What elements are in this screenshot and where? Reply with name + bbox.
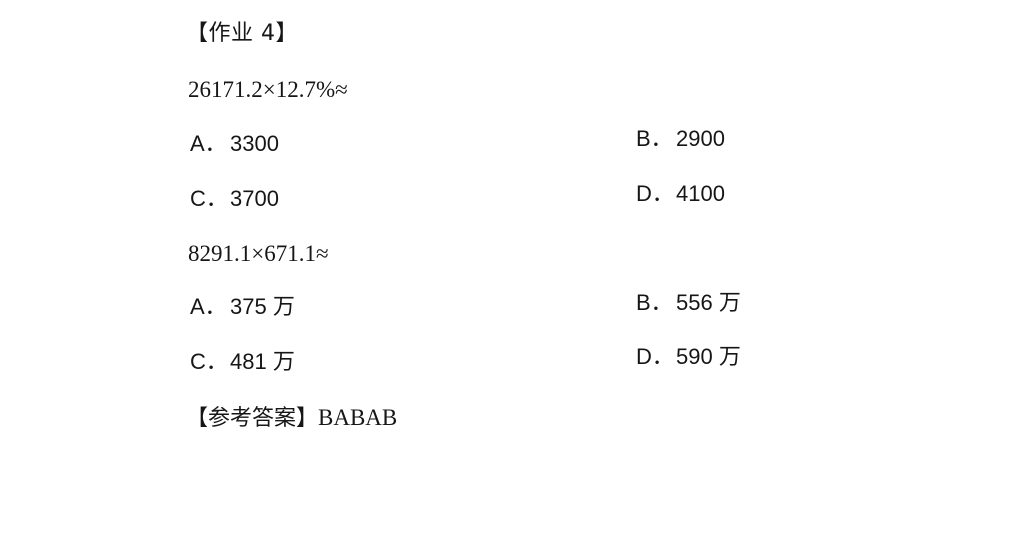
answer-key: 【参考答案】BABAB xyxy=(186,406,397,430)
option-letter: B． xyxy=(636,126,673,151)
question-2-option-c: C．481 万 xyxy=(190,351,295,373)
homework-heading: 【作业 4】 xyxy=(186,21,298,46)
question-1-option-a: A． 3300 xyxy=(190,133,279,155)
question-2-expression: 8291.1×671.1≈ xyxy=(188,241,329,266)
document-page: 【作业 4】 26171.2×12.7%≈ A． 3300 B． 2900 C．37… xyxy=(0,0,1016,544)
option-value: 2900 xyxy=(676,126,725,151)
question-1-expression: 26171.2×12.7%≈ xyxy=(188,77,348,102)
option-value: 4100 xyxy=(676,181,725,206)
option-letter: A． xyxy=(190,131,227,156)
option-letter: B． xyxy=(636,290,673,315)
question-2-option-b: B． 556 万 xyxy=(636,292,741,314)
option-letter: C． xyxy=(190,186,228,211)
question-1-option-c: C．3700 xyxy=(190,188,279,210)
option-value: 3700 xyxy=(230,186,279,211)
option-letter: A． xyxy=(190,294,227,319)
option-value: 481 万 xyxy=(230,349,295,374)
question-2-option-a: A． 375 万 xyxy=(190,296,295,318)
option-value: 556 万 xyxy=(676,290,741,315)
answer-key-value: BABAB xyxy=(318,405,398,430)
option-letter: D． xyxy=(636,181,674,206)
question-1-option-b: B． 2900 xyxy=(636,128,725,150)
option-letter: D． xyxy=(636,344,674,369)
option-letter: C． xyxy=(190,349,228,374)
answer-key-label: 【参考答案】 xyxy=(186,406,319,431)
option-value: 3300 xyxy=(230,131,279,156)
question-1-option-d: D．4100 xyxy=(636,183,725,205)
option-value: 590 万 xyxy=(676,344,741,369)
question-2-option-d: D．590 万 xyxy=(636,346,741,368)
option-value: 375 万 xyxy=(230,294,295,319)
